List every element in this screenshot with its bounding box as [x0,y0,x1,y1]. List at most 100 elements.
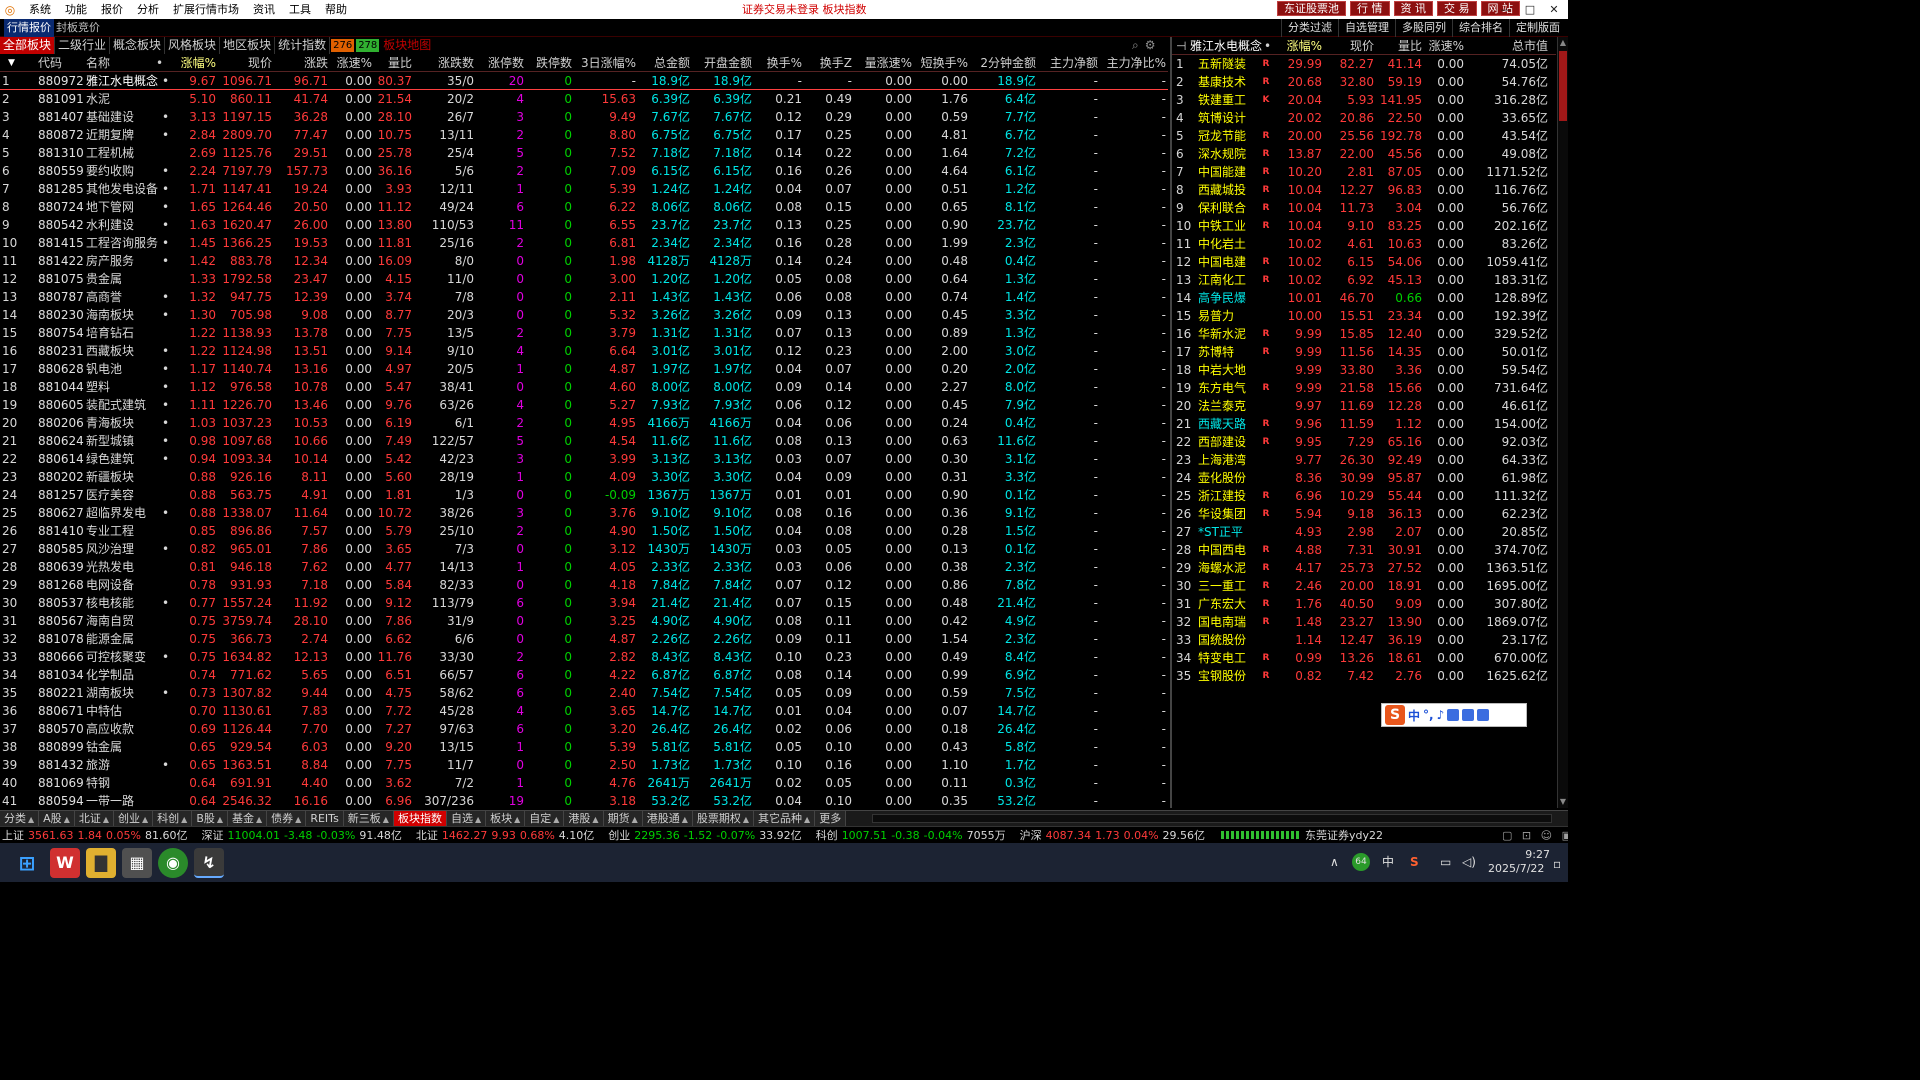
table-row[interactable]: 2 881091 水泥 5.10 860.11 41.74 0.00 21.54 20/2 4 0 1… [0,90,1168,108]
scroll-thumb[interactable] [1559,51,1567,121]
cell-code[interactable]: 880605 [38,396,84,414]
constituent-row[interactable]: 19 东方电气 R 9.99 21.58 15.66 0.00 731.64亿 [1172,379,1556,397]
rcell-name[interactable]: 西部建设 [1198,433,1254,451]
cell-name[interactable]: 其他发电设备 [86,180,170,198]
table-row[interactable]: 17 880628 钒电池 1.17 1140.74 13.16 0.00 4.97 20/5 1… [0,360,1168,378]
cell-index[interactable]: 2 [2,90,30,108]
cell-code[interactable]: 880594 [38,792,84,810]
tab-auction[interactable]: 封板竞价 [56,19,100,37]
pin-icon[interactable]: ⊣ [1176,37,1190,55]
market-tab[interactable]: 债券 ▲ [267,810,307,827]
cell-index[interactable]: 23 [2,468,30,486]
sector-title[interactable]: 雅江水电概念 [1190,37,1272,55]
cell-index[interactable]: 39 [2,756,30,774]
table-row[interactable]: 8 880724 地下管网 1.65 1264.46 20.50 0.00 11.12 49/2… [0,198,1168,216]
cell-name[interactable]: 水泥 [86,90,170,108]
cell-index[interactable]: 30 [2,594,30,612]
cell-name[interactable]: 核电核能 [86,594,170,612]
table-row[interactable]: 20 880206 青海板块 1.03 1037.23 10.53 0.00 6.19 6/1 2… [0,414,1168,432]
table-row[interactable]: 18 881044 塑料 1.12 976.58 10.78 0.00 5.47 38/41 0 0… [0,378,1168,396]
table-row[interactable]: 29 881268 电网设备 0.78 931.93 7.18 0.00 5.84 82/33 0… [0,576,1168,594]
cell-index[interactable]: 37 [2,720,30,738]
index-item[interactable]: 上证 3561.63 1.84 0.05% 81.60亿 [0,827,189,844]
tab-all-sectors[interactable]: 全部板块 [0,37,56,54]
cell-index[interactable]: 17 [2,360,30,378]
rcell-name[interactable]: 五新隧装 [1198,55,1254,73]
sogou-logo-icon[interactable]: S [1385,705,1405,725]
cell-name[interactable]: 高商誉 [86,288,170,306]
multi-stock-button[interactable]: 多股同列 [1395,19,1452,37]
cell-name[interactable]: 装配式建筑 [86,396,170,414]
market-tab[interactable]: B股 ▲ [192,810,229,827]
rcell-name[interactable]: 华新水泥 [1198,325,1254,343]
rcell-name[interactable]: 中国电建 [1198,253,1254,271]
cell-name[interactable]: 塑料 [86,378,170,396]
cell-index[interactable]: 29 [2,576,30,594]
cell-index[interactable]: 1 [2,72,30,90]
cell-code[interactable]: 880754 [38,324,84,342]
table-row[interactable]: 36 880671 中特估 0.70 1130.61 7.83 0.00 7.72 45/28 4… [0,702,1168,720]
tray-network-icon[interactable]: ▭ [1440,853,1451,871]
rcell-name[interactable]: 中化岩土 [1198,235,1254,253]
tab-concept[interactable]: 概念板块 [110,37,166,54]
table-row[interactable]: 24 881257 医疗美容 0.88 563.75 4.91 0.00 1.81 1/3 0 0 -… [0,486,1168,504]
cell-name[interactable]: 电网设备 [86,576,170,594]
cell-code[interactable]: 880671 [38,702,84,720]
cell-name[interactable]: 房产服务 [86,252,170,270]
tray-date[interactable]: 2025/7/22 [1488,862,1544,875]
tab-region[interactable]: 地区板块 [220,37,276,54]
tab-style[interactable]: 风格板块 [165,37,221,54]
cell-code[interactable]: 881415 [38,234,84,252]
rcell-name[interactable]: 广东宏大 [1198,595,1254,613]
cell-name[interactable]: 基础建设 [86,108,170,126]
constituent-row[interactable]: 5 冠龙节能 R 20.00 25.56 192.78 0.00 43.54亿 [1172,127,1556,145]
market-tab[interactable]: 其它品种 ▲ [754,810,816,827]
menu-help[interactable]: 帮助 [318,0,354,19]
table-row[interactable]: 39 881432 旅游 0.65 1363.51 8.84 0.00 7.75 11/7 0 0 2… [0,756,1168,774]
constituent-row[interactable]: 4 筑博设计 20.02 20.86 22.50 0.00 33.65亿 [1172,109,1556,127]
constituent-row[interactable]: 32 国电南瑞 R 1.48 23.27 13.90 0.00 1869.07亿 [1172,613,1556,631]
cell-index[interactable]: 31 [2,612,30,630]
quote-button[interactable]: 行 情 [1350,1,1390,16]
constituent-row[interactable]: 2 基康技术 R 20.68 32.80 59.19 0.00 54.76亿 [1172,73,1556,91]
rcell-name[interactable]: 苏博特 [1198,343,1254,361]
table-row[interactable]: 28 880639 光热发电 0.81 946.18 7.62 0.00 4.77 14/13 1… [0,558,1168,576]
cell-name[interactable]: 专业工程 [86,522,170,540]
cell-index[interactable]: 10 [2,234,30,252]
ime-language[interactable]: 中 [1408,707,1420,724]
rcell-name[interactable]: 西藏天路 [1198,415,1254,433]
cell-code[interactable]: 880639 [38,558,84,576]
table-row[interactable]: 27 880585 风沙治理 0.82 965.01 7.86 0.00 3.65 7/3 0 0 3… [0,540,1168,558]
news-button[interactable]: 资 讯 [1393,1,1433,16]
file-explorer-icon[interactable]: ▇ [86,848,116,878]
tray-time[interactable]: 9:27 [1510,848,1550,861]
constituent-row[interactable]: 25 浙江建投 R 6.96 10.29 55.44 0.00 111.32亿 [1172,487,1556,505]
cell-code[interactable]: 881268 [38,576,84,594]
hdr-main-ratio[interactable]: 主力净比% [1104,54,1166,72]
table-row[interactable]: 19 880605 装配式建筑 1.11 1226.70 13.46 0.00 9.76 63/… [0,396,1168,414]
cell-code[interactable]: 881257 [38,486,84,504]
rcell-name[interactable]: 中铁工业 [1198,217,1254,235]
cell-name[interactable]: 地下管网 [86,198,170,216]
rcell-name[interactable]: 基康技术 [1198,73,1254,91]
cell-code[interactable]: 881044 [38,378,84,396]
watchlist-manage-button[interactable]: 自选管理 [1338,19,1395,37]
cell-code[interactable]: 881034 [38,666,84,684]
table-row[interactable]: 11 881422 房产服务 1.42 883.78 12.34 0.00 16.09 8/0 0… [0,252,1168,270]
tab-stat-index[interactable]: 统计指数 [275,37,331,54]
market-tab[interactable]: 基金 ▲ [228,810,268,827]
cell-code[interactable]: 881075 [38,270,84,288]
hdr-3day[interactable]: 3日涨幅% [578,54,636,72]
rcell-name[interactable]: 深水规院 [1198,145,1254,163]
cell-name[interactable]: 医疗美容 [86,486,170,504]
menu-tools[interactable]: 工具 [282,0,318,19]
cell-code[interactable]: 881407 [38,108,84,126]
market-tab[interactable]: 期货 ▲ [603,810,643,827]
cell-index[interactable]: 35 [2,684,30,702]
gear-icon[interactable]: ⚙ [1145,38,1156,53]
tray-sogou-icon[interactable]: S [1410,853,1419,871]
rcell-name[interactable]: 特变电工 [1198,649,1254,667]
rcell-name[interactable]: 三一重工 [1198,577,1254,595]
market-tab[interactable]: 港股 ▲ [564,810,604,827]
constituent-row[interactable]: 20 法兰泰克 9.97 11.69 12.28 0.00 46.61亿 [1172,397,1556,415]
